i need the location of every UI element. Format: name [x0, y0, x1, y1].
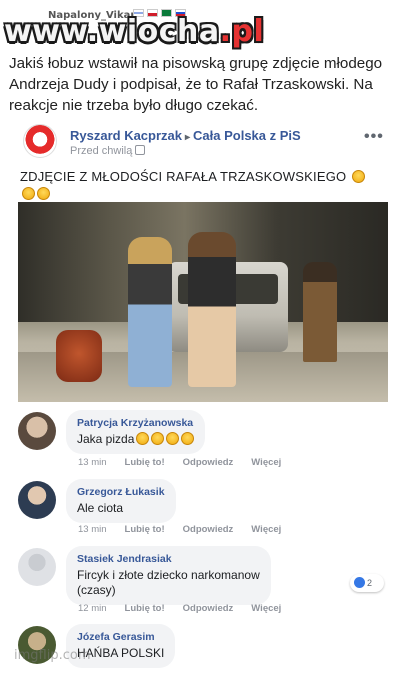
- comment-text-line-1: Fircyk i złote dziecko narkomanow: [77, 568, 260, 582]
- reply-link[interactable]: Odpowiedz: [183, 457, 234, 468]
- laughing-emoji-icon: [136, 432, 150, 445]
- comment-time[interactable]: 13 min: [78, 457, 107, 468]
- more-link[interactable]: Więcej: [251, 457, 281, 468]
- laughing-emoji-icon: [352, 170, 366, 183]
- logo-domain: .pl: [219, 14, 265, 49]
- laughing-emoji-icon: [166, 432, 180, 445]
- commenter-name[interactable]: Patrycja Krzyżanowska: [77, 417, 194, 429]
- commenter-avatar[interactable]: [18, 548, 56, 586]
- commenter-name[interactable]: Józefa Gerasim: [77, 631, 164, 643]
- comment-bubble: Patrycja Krzyżanowska Jaka pizda: [66, 410, 206, 454]
- facebook-post-card: Ryszard Kacprzak ▸ Cała Polska z PiS Przed…: [10, 118, 392, 671]
- photo-person-woman: [128, 237, 172, 387]
- reply-link[interactable]: Odpowiedz: [183, 524, 234, 535]
- commenter-name[interactable]: Grzegorz Łukasik: [77, 486, 165, 498]
- commenter-name[interactable]: Stasiek Jendrasiak: [77, 553, 260, 565]
- imgflip-watermark: imgflip.com: [14, 648, 91, 663]
- comment-bubble: Grzegorz Łukasik Ale ciota: [66, 479, 176, 523]
- post-text: ZDJĘCIE Z MŁODOŚCI RAFAŁA TRZASKOWSKIEGO: [20, 168, 390, 202]
- post-photo[interactable]: [18, 202, 388, 402]
- audience-icon: [135, 145, 146, 155]
- commenter-avatar[interactable]: [18, 412, 56, 450]
- laughing-emoji-icon: [22, 187, 35, 200]
- like-reaction-icon: [354, 577, 365, 588]
- photo-backpack: [56, 330, 102, 382]
- comment-actions: 13 min Lubię to! Odpowiedz Więcej: [78, 524, 299, 535]
- like-link[interactable]: Lubię to!: [125, 457, 165, 468]
- comment-text: Ale ciota: [77, 501, 124, 515]
- comment-text: Jaka pizda: [77, 432, 195, 447]
- arrow-right-icon: ▸: [185, 132, 191, 143]
- post-author-line: Ryszard Kacprzak ▸ Cała Polska z PiS: [70, 128, 301, 143]
- reaction-count: 2: [367, 578, 373, 588]
- photo-person-man: [188, 232, 236, 387]
- laughing-emoji-icon: [181, 432, 195, 445]
- watermark-header: Napalony_Vikar www.wiocha.pl: [0, 0, 400, 49]
- comment-bubble: Stasiek Jendrasiak Fircyk i złote dzieck…: [66, 546, 271, 605]
- site-logo: www.wiocha.pl: [4, 14, 264, 49]
- post-caption: Jakiś łobuz wstawił na pisowską grupę zd…: [9, 55, 383, 114]
- like-link[interactable]: Lubię to!: [125, 603, 165, 614]
- more-options-icon[interactable]: •••: [364, 128, 384, 146]
- laughing-emoji-icon: [37, 187, 50, 200]
- comment-time[interactable]: 13 min: [78, 524, 107, 535]
- comment-actions: 12 min Lubię to! Odpowiedz Więcej: [78, 603, 299, 614]
- author-name-link[interactable]: Ryszard Kacprzak: [70, 128, 182, 143]
- laughing-emoji-icon: [151, 432, 165, 445]
- comment-actions: 13 min Lubię to! Odpowiedz Więcej: [78, 457, 299, 468]
- comment-time[interactable]: 12 min: [78, 603, 107, 614]
- more-link[interactable]: Więcej: [251, 603, 281, 614]
- reply-link[interactable]: Odpowiedz: [183, 603, 234, 614]
- comment-text-content: Jaka pizda: [77, 432, 135, 446]
- photo-person-background: [303, 262, 337, 362]
- post-time-text[interactable]: Przed chwilą: [70, 145, 132, 157]
- group-name-link[interactable]: Cała Polska z PiS: [193, 128, 301, 143]
- author-avatar[interactable]: [23, 124, 57, 158]
- more-link[interactable]: Więcej: [251, 524, 281, 535]
- logo-text: www.wiocha: [4, 14, 220, 49]
- post-text-content: ZDJĘCIE Z MŁODOŚCI RAFAŁA TRZASKOWSKIEGO: [20, 169, 347, 184]
- like-link[interactable]: Lubię to!: [125, 524, 165, 535]
- post-timestamp: Przed chwilą: [70, 145, 146, 157]
- comment-text-line-2: (czasy): [77, 583, 116, 597]
- reaction-badge[interactable]: 2: [350, 574, 384, 592]
- commenter-avatar[interactable]: [18, 481, 56, 519]
- comment-text: Fircyk i złote dziecko narkomanow (czasy): [77, 568, 260, 598]
